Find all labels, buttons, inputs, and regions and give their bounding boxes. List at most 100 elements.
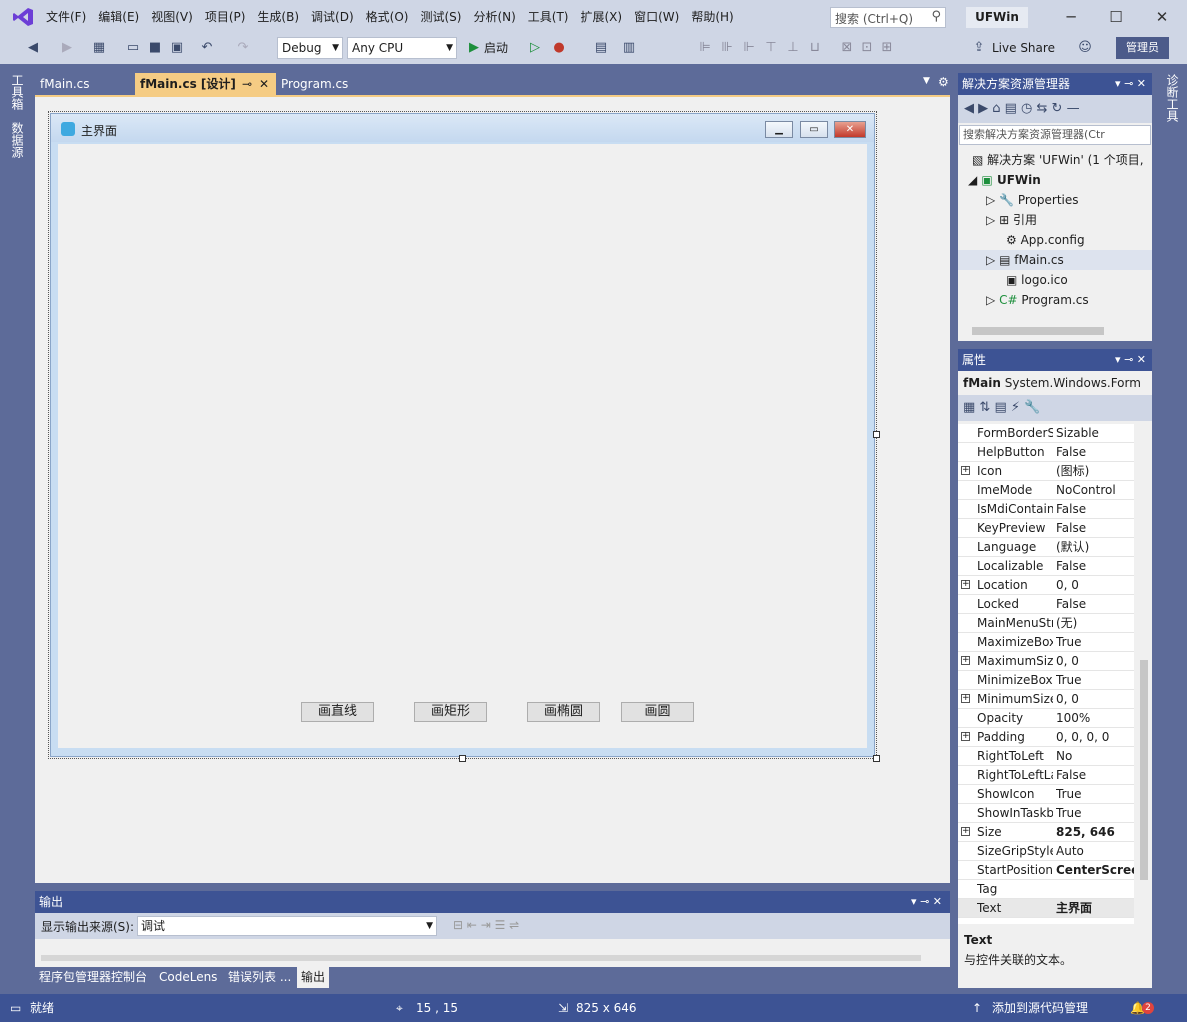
- property-row[interactable]: IsMdiContainerFalse: [958, 500, 1134, 519]
- property-value[interactable]: 100%: [1056, 709, 1134, 728]
- draw-line-button[interactable]: 画直线: [301, 702, 374, 722]
- menu-build[interactable]: 生成(B): [251, 0, 305, 34]
- tab-program-cs[interactable]: Program.cs: [276, 73, 393, 95]
- property-row[interactable]: HelpButton False: [958, 443, 1134, 462]
- tab-codelens[interactable]: CodeLens: [155, 967, 221, 988]
- tree-item-references[interactable]: ▷ ⊞ 引用: [986, 210, 1037, 230]
- property-row[interactable]: + Size 825, 646: [958, 823, 1134, 842]
- save-icon[interactable]: ■: [146, 38, 164, 58]
- expand-icon[interactable]: +: [961, 732, 970, 741]
- property-row[interactable]: + MaximumSize 0, 0: [958, 652, 1134, 671]
- start-icon[interactable]: ▶: [465, 38, 483, 58]
- scrollbar-thumb[interactable]: [1140, 660, 1148, 880]
- tab-package-manager[interactable]: 程序包管理器控制台: [35, 967, 151, 988]
- property-value[interactable]: False: [1056, 557, 1134, 576]
- tab-error-list[interactable]: 错误列表 ...: [224, 967, 295, 988]
- align-bottom-icon[interactable]: ⊔: [806, 38, 824, 58]
- draw-ellipse-button[interactable]: 画椭圆: [527, 702, 600, 722]
- panel-controls-icon[interactable]: ▾ ⊸ ✕: [1115, 349, 1146, 371]
- menu-analyze[interactable]: 分析(N): [467, 0, 521, 34]
- property-row[interactable]: Text 主界面: [958, 899, 1134, 918]
- property-row[interactable]: Tag: [958, 880, 1134, 899]
- expand-icon[interactable]: +: [961, 694, 970, 703]
- property-row[interactable]: SizeGripStyle Auto: [958, 842, 1134, 861]
- tree-item-logo-ico[interactable]: ▣ logo.ico: [1006, 270, 1068, 290]
- tree-item-fmain-cs[interactable]: ▷ ▤ fMain.cs: [958, 250, 1152, 270]
- align-right-icon[interactable]: ⊩: [740, 38, 758, 58]
- form-fmain[interactable]: 主界面 ▁ ▭ ✕ 画直线 画矩形 画椭圆 画圆: [50, 113, 875, 757]
- tree-item-program-cs[interactable]: ▷ C# Program.cs: [986, 290, 1089, 310]
- property-value[interactable]: True: [1056, 671, 1134, 690]
- property-row[interactable]: Localizable False: [958, 557, 1134, 576]
- property-value[interactable]: False: [1056, 500, 1134, 519]
- property-row[interactable]: ShowIcon True: [958, 785, 1134, 804]
- draw-circle-button[interactable]: 画圆: [621, 702, 694, 722]
- horizontal-scrollbar[interactable]: [41, 955, 921, 961]
- open-folder-icon[interactable]: ▭: [124, 38, 142, 58]
- property-row[interactable]: ShowInTaskbarTrue: [958, 804, 1134, 823]
- maximize-button[interactable]: ☐: [1101, 6, 1131, 28]
- align-left-icon[interactable]: ⊫: [696, 38, 714, 58]
- menu-view[interactable]: 视图(V): [145, 0, 199, 34]
- platform-select[interactable]: Any CPU ▼: [347, 37, 457, 59]
- draw-rectangle-button[interactable]: 画矩形: [414, 702, 487, 722]
- property-row[interactable]: ImeMode NoControl: [958, 481, 1134, 500]
- property-value[interactable]: No: [1056, 747, 1134, 766]
- properties-toolbar[interactable]: ▦ ⇅ ▤ ⚡ 🔧: [958, 395, 1152, 421]
- property-value[interactable]: Auto: [1056, 842, 1134, 861]
- minimize-button[interactable]: ─: [1056, 6, 1086, 28]
- property-value[interactable]: 0, 0: [1056, 652, 1134, 671]
- property-value[interactable]: True: [1056, 633, 1134, 652]
- output-toolbar-icons[interactable]: ⊟ ⇤ ⇥ ☰ ⇌: [453, 918, 519, 932]
- property-value[interactable]: 825, 646: [1056, 823, 1134, 842]
- feedback-icon[interactable]: ☺: [1076, 38, 1094, 58]
- align-top-icon[interactable]: ⊤: [762, 38, 780, 58]
- panel-controls-icon[interactable]: ▾ ⊸ ✕: [1115, 73, 1146, 95]
- menu-window[interactable]: 窗口(W): [628, 0, 685, 34]
- property-value[interactable]: (无): [1056, 614, 1134, 633]
- property-row[interactable]: Language (默认): [958, 538, 1134, 557]
- property-value[interactable]: False: [1056, 766, 1134, 785]
- layout-icon[interactable]: ▥: [620, 38, 638, 58]
- property-value[interactable]: Sizable: [1056, 424, 1134, 443]
- property-row[interactable]: MainMenuStrip(无): [958, 614, 1134, 633]
- property-value[interactable]: 0, 0: [1056, 576, 1134, 595]
- property-row[interactable]: RightToLeftLayoutFalse: [958, 766, 1134, 785]
- property-value[interactable]: 主界面: [1056, 899, 1134, 918]
- property-row[interactable]: + Padding 0, 0, 0, 0: [958, 728, 1134, 747]
- search-input[interactable]: 搜索 (Ctrl+Q) ⚲: [830, 7, 946, 28]
- menu-debug[interactable]: 调试(D): [305, 0, 360, 34]
- resize-handle-right[interactable]: [873, 431, 880, 438]
- property-row[interactable]: + MinimumSize 0, 0: [958, 690, 1134, 709]
- output-source-select[interactable]: 调试 ▼: [137, 916, 437, 936]
- property-value[interactable]: True: [1056, 785, 1134, 804]
- add-to-source-control-button[interactable]: 添加到源代码管理: [992, 994, 1088, 1022]
- redo-icon[interactable]: ↷: [234, 38, 252, 58]
- tree-item-properties[interactable]: ▷ 🔧 Properties: [986, 190, 1079, 210]
- solution-horizontal-scrollbar[interactable]: [972, 327, 1104, 335]
- property-row[interactable]: RightToLeft No: [958, 747, 1134, 766]
- menu-help[interactable]: 帮助(H): [685, 0, 739, 34]
- diagnostic-tools-tab[interactable]: 诊断工具: [1164, 74, 1181, 122]
- close-tab-icon[interactable]: ✕: [259, 73, 269, 95]
- property-value[interactable]: False: [1056, 595, 1134, 614]
- menu-project[interactable]: 项目(P): [199, 0, 252, 34]
- properties-scrollbar[interactable]: [1138, 424, 1150, 924]
- center-icon[interactable]: ⊞: [878, 38, 896, 58]
- forward-icon[interactable]: ▶: [58, 38, 76, 58]
- expand-icon[interactable]: +: [961, 827, 970, 836]
- menu-file[interactable]: 文件(F): [40, 0, 92, 34]
- property-value[interactable]: 0, 0, 0, 0: [1056, 728, 1134, 747]
- menu-extensions[interactable]: 扩展(X): [574, 0, 628, 34]
- tab-fmain-designer[interactable]: fMain.cs [设计] ⊸ ✕: [135, 73, 276, 95]
- toolbox-tab[interactable]: 工具箱: [9, 74, 26, 110]
- data-sources-tab[interactable]: 数据源: [9, 122, 26, 158]
- tab-fmain-cs[interactable]: fMain.cs: [35, 73, 135, 95]
- property-value[interactable]: (默认): [1056, 538, 1134, 557]
- property-row[interactable]: FormBorderStyleSizable: [958, 424, 1134, 443]
- property-row[interactable]: Opacity 100%: [958, 709, 1134, 728]
- property-value[interactable]: (图标): [1056, 462, 1134, 481]
- pin-icon[interactable]: ⊸: [242, 73, 252, 95]
- menu-edit[interactable]: 编辑(E): [92, 0, 145, 34]
- property-row[interactable]: MinimizeBox True: [958, 671, 1134, 690]
